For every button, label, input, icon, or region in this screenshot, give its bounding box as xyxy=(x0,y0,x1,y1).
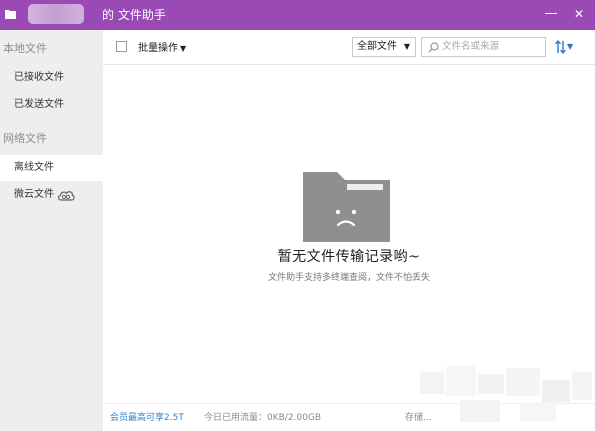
search-icon xyxy=(428,42,439,53)
traffic-usage-text: 今日已用流量：0KB/2.00GB xyxy=(204,413,322,423)
sidebar-item-label: 已发送文件 xyxy=(14,99,64,110)
empty-state-subtitle: 文件助手支持多终端查阅，文件不怕丢失 xyxy=(267,273,430,283)
empty-state-title: 暂无文件传输记录哟~ xyxy=(277,249,421,265)
select-all-checkbox[interactable] xyxy=(116,41,127,52)
cloud-icon xyxy=(57,191,75,201)
sort-icon xyxy=(555,40,566,54)
watermark-block xyxy=(446,366,476,396)
watermark-block xyxy=(542,380,570,402)
watermark-block xyxy=(478,374,504,394)
section-network-files: 网络文件 xyxy=(3,132,47,145)
sidebar-item-offline[interactable]: 离线文件 xyxy=(0,155,103,181)
sidebar-item-weiyun[interactable]: 微云文件 xyxy=(0,182,103,208)
chevron-down-icon: ▼ xyxy=(567,42,574,51)
watermark-block xyxy=(420,372,444,394)
batch-label: 批量操作 xyxy=(138,43,178,54)
watermark-block xyxy=(460,400,500,422)
batch-operations-button[interactable]: 批量操作 ▼ xyxy=(138,39,186,54)
search-input[interactable]: 文件名或来源 xyxy=(421,37,546,57)
sidebar-item-label: 离线文件 xyxy=(14,162,54,173)
window-title: 的 文件助手 xyxy=(102,8,166,22)
caret-down-icon: ▼ xyxy=(180,44,187,53)
file-list-area: 暂无文件传输记录哟~ 文件助手支持多终端查阅，文件不怕丢失 xyxy=(103,65,595,403)
sidebar-item-sent[interactable]: 已发送文件 xyxy=(0,92,103,118)
sidebar-item-label: 已接收文件 xyxy=(14,72,64,83)
close-button[interactable]: ✕ xyxy=(572,6,586,22)
vip-storage-link[interactable]: 会员最高可享2.5T xyxy=(110,404,184,431)
filter-selected-value: 全部文件 xyxy=(357,41,397,52)
file-assistant-window: 的 文件助手 — ✕ 本地文件 已接收文件 已发送文件 网络文件 离线文件 微云… xyxy=(0,0,595,431)
title-bar[interactable]: 的 文件助手 — ✕ xyxy=(0,0,595,30)
chevron-down-icon: ▼ xyxy=(403,42,410,51)
watermark-block xyxy=(520,402,556,422)
toolbar: 批量操作 ▼ 全部文件 ▼ 文件名或来源 ▼ xyxy=(103,30,595,65)
sidebar-item-label: 微云文件 xyxy=(14,189,54,200)
folder-app-icon xyxy=(5,10,16,19)
sidebar-item-received[interactable]: 已接收文件 xyxy=(0,65,103,91)
minimize-button[interactable]: — xyxy=(544,6,558,22)
watermark-block xyxy=(572,372,592,400)
sad-folder-icon xyxy=(303,172,390,242)
storage-text: 存储... xyxy=(405,413,432,423)
sort-button[interactable]: ▼ xyxy=(555,38,579,56)
search-placeholder: 文件名或来源 xyxy=(442,41,500,52)
redacted-contact-name xyxy=(28,4,84,24)
watermark-block xyxy=(506,368,540,396)
section-local-files: 本地文件 xyxy=(3,42,47,55)
sidebar: 本地文件 已接收文件 已发送文件 网络文件 离线文件 微云文件 xyxy=(0,30,103,431)
file-type-filter-dropdown[interactable]: 全部文件 ▼ xyxy=(352,37,416,57)
